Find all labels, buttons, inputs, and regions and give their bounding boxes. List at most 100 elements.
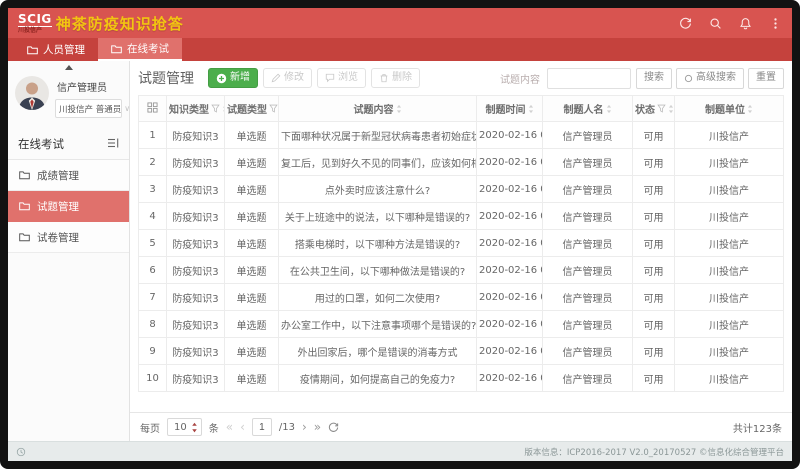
next-page-button[interactable]: › [302,421,307,433]
refresh-icon[interactable] [679,17,692,30]
search-input[interactable] [547,68,631,89]
cell-create-time: 2020-02-16 0·· [477,122,543,149]
table-row[interactable]: 5防疫知识3单选题搭乘电梯时，以下哪种方法是错误的?2020-02-16 0··… [139,230,784,257]
spinner-arrows-icon [191,421,198,434]
cell-knowledge-type: 防疫知识3 [167,338,225,365]
org-role-select[interactable]: 川投信产 普通员 ∨ [55,99,122,118]
cell-question-type: 单选题 [225,338,279,365]
first-page-button[interactable]: « [226,421,233,433]
sidebar-item-paper-management[interactable]: 试卷管理 [8,222,129,253]
cell-select: 9 [139,338,167,365]
sidebar-item-score-management[interactable]: 成绩管理 [8,160,129,191]
chevron-up-icon [65,65,73,70]
sort-icon [396,104,402,114]
bell-icon[interactable] [739,17,752,30]
chat-icon [325,73,335,83]
cell-knowledge-type: 防疫知识3 [167,365,225,392]
user-name: 信产管理员 [57,79,122,94]
cell-create-time: 2020-02-16 0·· [477,149,543,176]
cell-unit: 川投信产 [675,176,784,203]
sidebar-menu: 成绩管理试题管理试卷管理 [8,159,129,253]
column-label: 试题内容 [354,101,394,116]
more-icon[interactable] [769,17,782,30]
cell-status: 可用 [633,338,675,365]
sort-icon [606,104,612,114]
column-label: 试题类型 [227,101,267,116]
sidebar-item-question-management[interactable]: 试题管理 [8,191,129,222]
app-body: 信产管理员 川投信产 普通员 ∨ 在线考试 [8,61,792,441]
cell-creator: 信产管理员 [543,203,633,230]
sidebar-section-header[interactable]: 在线考试 [8,128,129,159]
button-label: 搜索 [644,72,664,84]
table-row[interactable]: 1防疫知识3单选题下面哪种状况属于新型冠状病毒患者初始症状2020-02-16 … [139,122,784,149]
filter-icon [211,104,220,113]
cell-question-content: 在公共卫生间，以下哪种做法是错误的? [279,257,477,284]
reset-button[interactable]: 重置 [748,68,784,89]
edit-button[interactable]: 修改 [263,68,312,88]
column-header-content: 状态 [635,101,674,116]
per-page-label: 每页 [140,420,160,435]
column-header-question-type[interactable]: 试题类型 [225,96,279,122]
column-header-unit[interactable]: 制题单位 [675,96,784,122]
table-row[interactable]: 2防疫知识3单选题复工后，见到好久不见的同事们，应该如何相处?2020-02-1… [139,149,784,176]
refresh-table-button[interactable] [328,422,339,433]
cell-select: 4 [139,203,167,230]
advanced-search-button[interactable]: 高级搜索 [676,68,744,89]
cell-unit: 川投信产 [675,284,784,311]
search-icon[interactable] [709,17,722,30]
cell-create-time: 2020-02-16 0·· [477,176,543,203]
column-header-knowledge-type[interactable]: 知识类型 [167,96,225,122]
cell-select: 7 [139,284,167,311]
button-label: 重置 [756,72,776,84]
view-button[interactable]: 浏览 [317,68,366,88]
search-buttons: 搜索高级搜索重置 [636,68,784,89]
button-label: 修改 [284,72,304,84]
cell-knowledge-type: 防疫知识3 [167,311,225,338]
user-info: 信产管理员 川投信产 普通员 ∨ [55,76,122,118]
last-page-button[interactable]: » [314,421,321,433]
column-label: 知识类型 [169,101,209,116]
sidebar-collapse-button[interactable] [8,61,129,74]
per-page-select[interactable]: 10 [167,418,202,436]
table-row[interactable]: 10防疫知识3单选题疫情期间，如何提高自己的免疫力?2020-02-16 0··… [139,365,784,392]
cell-create-time: 2020-02-16 0·· [477,203,543,230]
cell-status: 可用 [633,149,675,176]
column-header-question-content[interactable]: 试题内容 [279,96,477,122]
trash-icon [379,73,389,83]
sidebar: 信产管理员 川投信产 普通员 ∨ 在线考试 [8,61,130,441]
app-footer: 版本信息：ICP2016-2017 V2.0_20170527 ©信息化综合管理… [8,441,792,461]
page-input[interactable] [252,418,272,436]
delete-button[interactable]: 删除 [371,68,420,88]
column-header-status[interactable]: 状态 [633,96,675,122]
tab-label: 在线考试 [127,41,169,56]
cell-select: 2 [139,149,167,176]
question-table-wrap: 知识类型 试题类型 试题内容 制题时间制题人名状态制题单位 1防疫知识3单选题下面哪种… [138,95,784,412]
search-label: 试题内容 [500,71,540,86]
cell-unit: 川投信产 [675,149,784,176]
cell-knowledge-type: 防疫知识3 [167,230,225,257]
column-header-create-time[interactable]: 制题时间 [477,96,543,122]
cell-question-type: 单选题 [225,311,279,338]
cell-question-content: 复工后，见到好久不见的同事们，应该如何相处? [279,149,477,176]
table-row[interactable]: 9防疫知识3单选题外出回家后，哪个是错误的消毒方式2020-02-16 0··信… [139,338,784,365]
total-pages-label: /13 [279,422,295,433]
cell-creator: 信产管理员 [543,311,633,338]
column-header-select[interactable] [139,96,167,122]
search-button[interactable]: 搜索 [636,68,672,89]
table-row[interactable]: 4防疫知识3单选题关于上班途中的说法，以下哪种是错误的?2020-02-16 0… [139,203,784,230]
sidebar-item-label: 成绩管理 [37,168,79,183]
cell-creator: 信产管理员 [543,176,633,203]
table-row[interactable]: 3防疫知识3单选题点外卖时应该注意什么?2020-02-16 0··信产管理员可… [139,176,784,203]
add-button[interactable]: 新增 [208,68,258,88]
folder-icon [111,44,122,54]
cell-question-content: 搭乘电梯时，以下哪种方法是错误的? [279,230,477,257]
button-label: 浏览 [338,72,358,84]
table-row[interactable]: 8防疫知识3单选题办公室工作中，以下注意事项哪个是错误的?2020-02-16 … [139,311,784,338]
tab-online-exam[interactable]: 在线考试 [98,38,182,61]
column-header-creator[interactable]: 制题人名 [543,96,633,122]
tab-staff-management[interactable]: 人员管理 [14,38,98,61]
table-row[interactable]: 7防疫知识3单选题用过的口罩，如何二次使用?2020-02-16 0··信产管理… [139,284,784,311]
table-row[interactable]: 6防疫知识3单选题在公共卫生间，以下哪种做法是错误的?2020-02-16 0·… [139,257,784,284]
cell-create-time: 2020-02-16 0·· [477,338,543,365]
prev-page-button[interactable]: ‹ [240,421,245,433]
